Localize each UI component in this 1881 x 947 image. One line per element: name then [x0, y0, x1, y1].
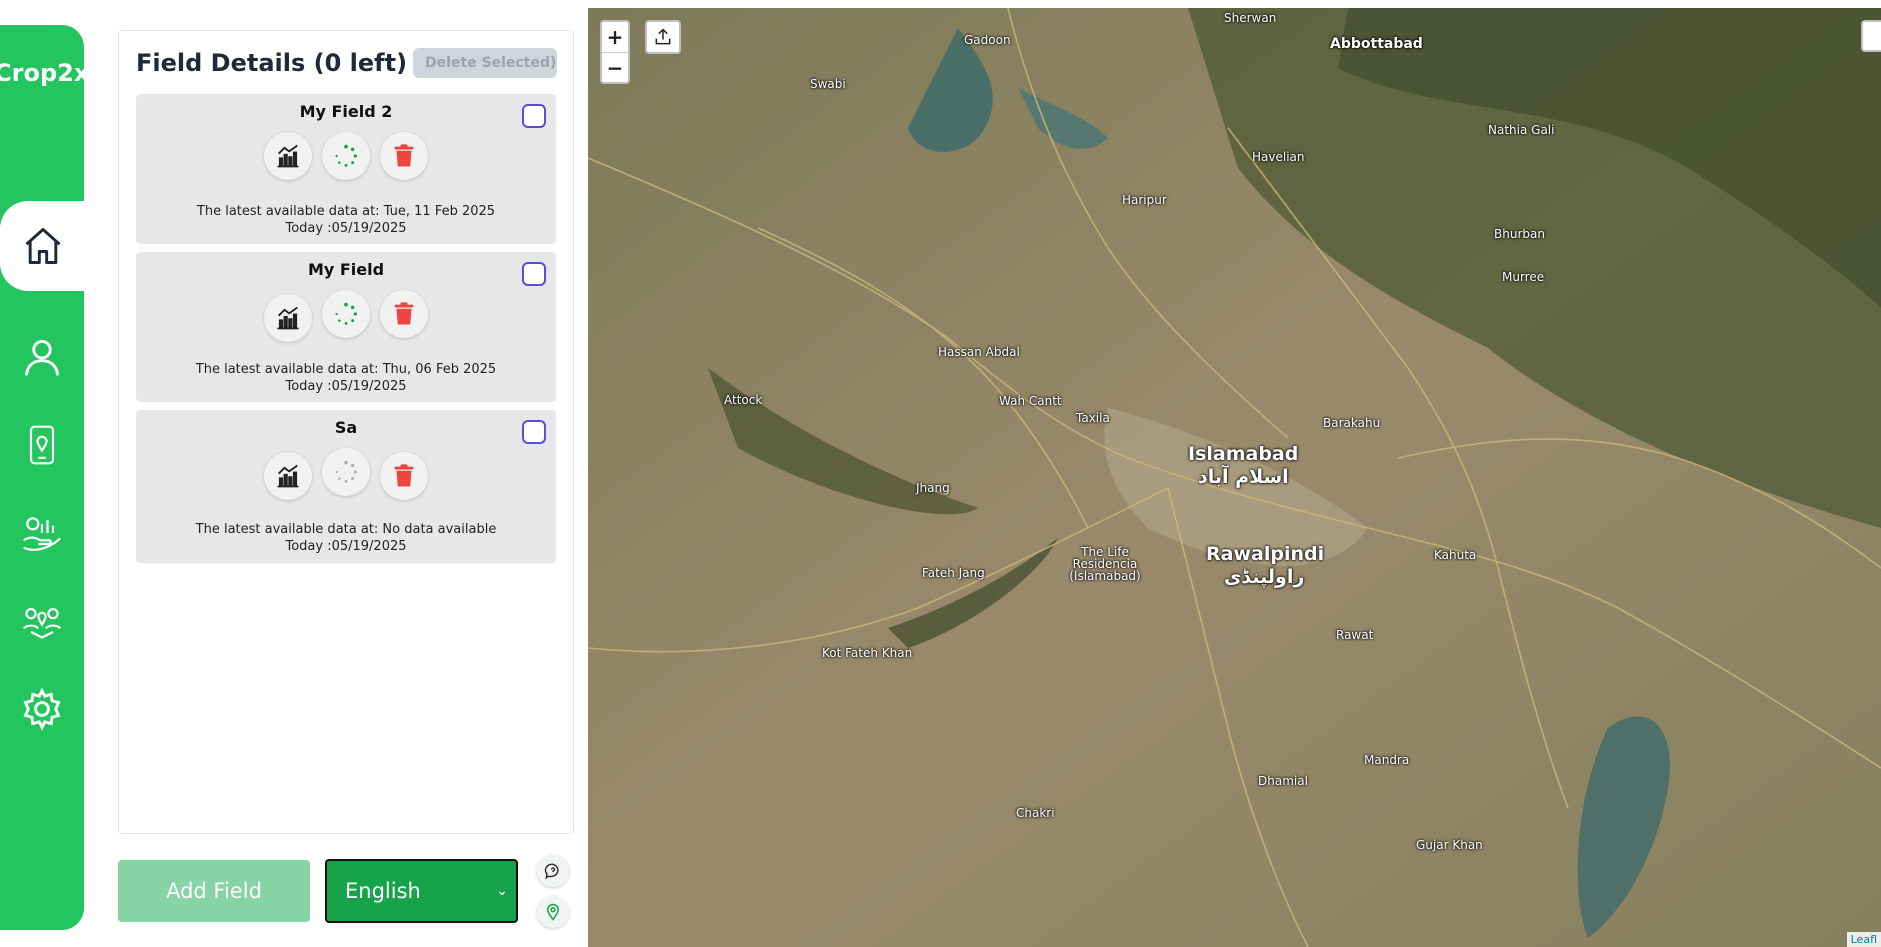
zoom-control: + −	[600, 20, 630, 84]
spinner-icon	[335, 302, 357, 325]
panel-title: Field Details (0 left)	[136, 49, 408, 77]
map-label: Rawalpindi	[1206, 543, 1325, 565]
map-label: Fateh Jang	[922, 566, 985, 580]
delete-field-button[interactable]	[380, 452, 428, 500]
chart-icon	[277, 464, 299, 488]
delete-field-button[interactable]	[380, 290, 428, 338]
map-label: Attock	[724, 393, 763, 407]
map-label: Sherwan	[1224, 11, 1277, 25]
field-details-panel: Field Details (0 left) Delete Selected) …	[118, 30, 574, 834]
map-label: Islamabad	[1188, 443, 1299, 465]
map-label: Gujar Khan	[1416, 838, 1483, 852]
field-card[interactable]: Sa The latest available data at: No data…	[136, 410, 556, 563]
analytics-button[interactable]	[264, 294, 312, 342]
sidebar-item-home[interactable]	[0, 201, 86, 291]
map-label: Taxila	[1076, 411, 1110, 425]
trash-icon	[394, 144, 414, 167]
map-label: Nathia Gali	[1488, 123, 1555, 137]
field-actions	[136, 290, 556, 342]
delete-field-button[interactable]	[380, 132, 428, 180]
field-select-checkbox[interactable]	[522, 420, 546, 444]
trash-icon	[394, 302, 414, 325]
field-latest-data: The latest available data at: Thu, 06 Fe…	[195, 362, 497, 377]
field-today-date: Today :05/19/2025	[285, 539, 407, 554]
map-search-button[interactable]	[1861, 20, 1881, 52]
map-label: Abbottabad	[1330, 36, 1423, 52]
field-latest-data: The latest available data at: Tue, 11 Fe…	[196, 204, 496, 219]
analytics-button[interactable]	[264, 452, 312, 500]
map-label: Swabi	[810, 77, 846, 91]
map-label: اسلام آباد	[1198, 466, 1289, 488]
phone-location-icon	[29, 425, 55, 465]
export-button[interactable]	[645, 20, 681, 54]
field-name: Sa	[334, 418, 358, 437]
field-select-checkbox[interactable]	[522, 104, 546, 128]
brand-logo: Crop2x	[0, 59, 84, 87]
field-actions	[136, 132, 556, 180]
map-label: Mandra	[1364, 753, 1410, 767]
map-label: Gadoon	[964, 33, 1011, 47]
map-label: راولپنڈی	[1224, 566, 1305, 588]
map-label: Bhurban	[1494, 227, 1545, 241]
sidebar-item-analytics[interactable]	[0, 499, 84, 567]
map-label: Dhamial	[1258, 774, 1308, 788]
chat-button[interactable]	[537, 855, 569, 887]
panel-header: Field Details (0 left) Delete Selected) …	[136, 47, 557, 79]
chat-icon	[544, 863, 559, 880]
hand-chart-icon	[23, 517, 62, 551]
chart-icon	[277, 144, 299, 168]
gear-icon	[23, 687, 61, 731]
location-button[interactable]	[537, 896, 569, 928]
map-label: Barakahu	[1323, 416, 1381, 430]
map-label: Jhang	[916, 481, 950, 495]
field-actions	[136, 448, 556, 500]
satellite-map[interactable]: + − Islamabad اسلام آباد Rawalpindi راول…	[588, 8, 1881, 947]
trash-icon	[394, 464, 414, 487]
sidebar-item-team[interactable]	[0, 587, 84, 655]
field-today-date: Today :05/19/2025	[285, 221, 407, 236]
field-latest-data: The latest available data at: No data av…	[195, 522, 497, 537]
map-label: Haripur	[1122, 193, 1167, 207]
loading-indicator	[322, 290, 370, 338]
add-field-button[interactable]: Add Field	[118, 860, 310, 922]
loading-indicator	[322, 448, 370, 496]
zoom-in-button[interactable]: +	[602, 22, 628, 52]
map-label: Kot Fateh Khan	[822, 646, 913, 660]
location-pin-icon	[546, 903, 560, 921]
language-selected-value: English	[345, 879, 421, 903]
map-label: Rawat	[1336, 628, 1374, 642]
spinner-icon	[335, 460, 357, 483]
map-label: Havelian	[1252, 150, 1305, 164]
map-label: Chakri	[1016, 806, 1055, 820]
map-label: Murree	[1502, 270, 1545, 284]
team-location-icon	[22, 607, 62, 639]
map-label: Hassan Abdal	[938, 345, 1020, 359]
chevron-down-icon: ⌄	[496, 883, 508, 899]
map-label: Kahuta	[1434, 548, 1477, 562]
sidebar: Crop2x	[0, 25, 86, 930]
analytics-button[interactable]	[264, 132, 312, 180]
sidebar-item-devices[interactable]	[0, 411, 84, 479]
map-attribution[interactable]: Leafl	[1846, 932, 1881, 947]
field-card[interactable]: My Field 2 The latest available data at:…	[136, 94, 556, 244]
sidebar-item-settings[interactable]	[0, 675, 84, 743]
field-card[interactable]: My Field The latest available data at: T…	[136, 252, 556, 402]
field-today-date: Today :05/19/2025	[285, 379, 407, 394]
app-root: Crop2x Field Details (0 left) Delete Sel…	[0, 0, 1881, 947]
map-label: Wah Cantt	[999, 394, 1062, 408]
map-label: The Life Residencia (Islamabad)	[1069, 545, 1141, 583]
upload-icon	[655, 28, 671, 45]
field-select-checkbox[interactable]	[522, 262, 546, 286]
sidebar-item-profile[interactable]	[0, 323, 84, 391]
language-select[interactable]: English ⌄	[325, 859, 518, 923]
field-name: My Field	[307, 260, 385, 279]
field-name: My Field 2	[299, 102, 393, 121]
zoom-out-button[interactable]: −	[602, 52, 628, 82]
home-icon	[25, 228, 61, 264]
delete-selected-button[interactable]: Delete Selected) 0(	[413, 48, 557, 78]
spinner-icon	[335, 144, 357, 167]
loading-indicator	[322, 132, 370, 180]
user-icon	[24, 339, 60, 376]
chart-icon	[277, 306, 299, 330]
